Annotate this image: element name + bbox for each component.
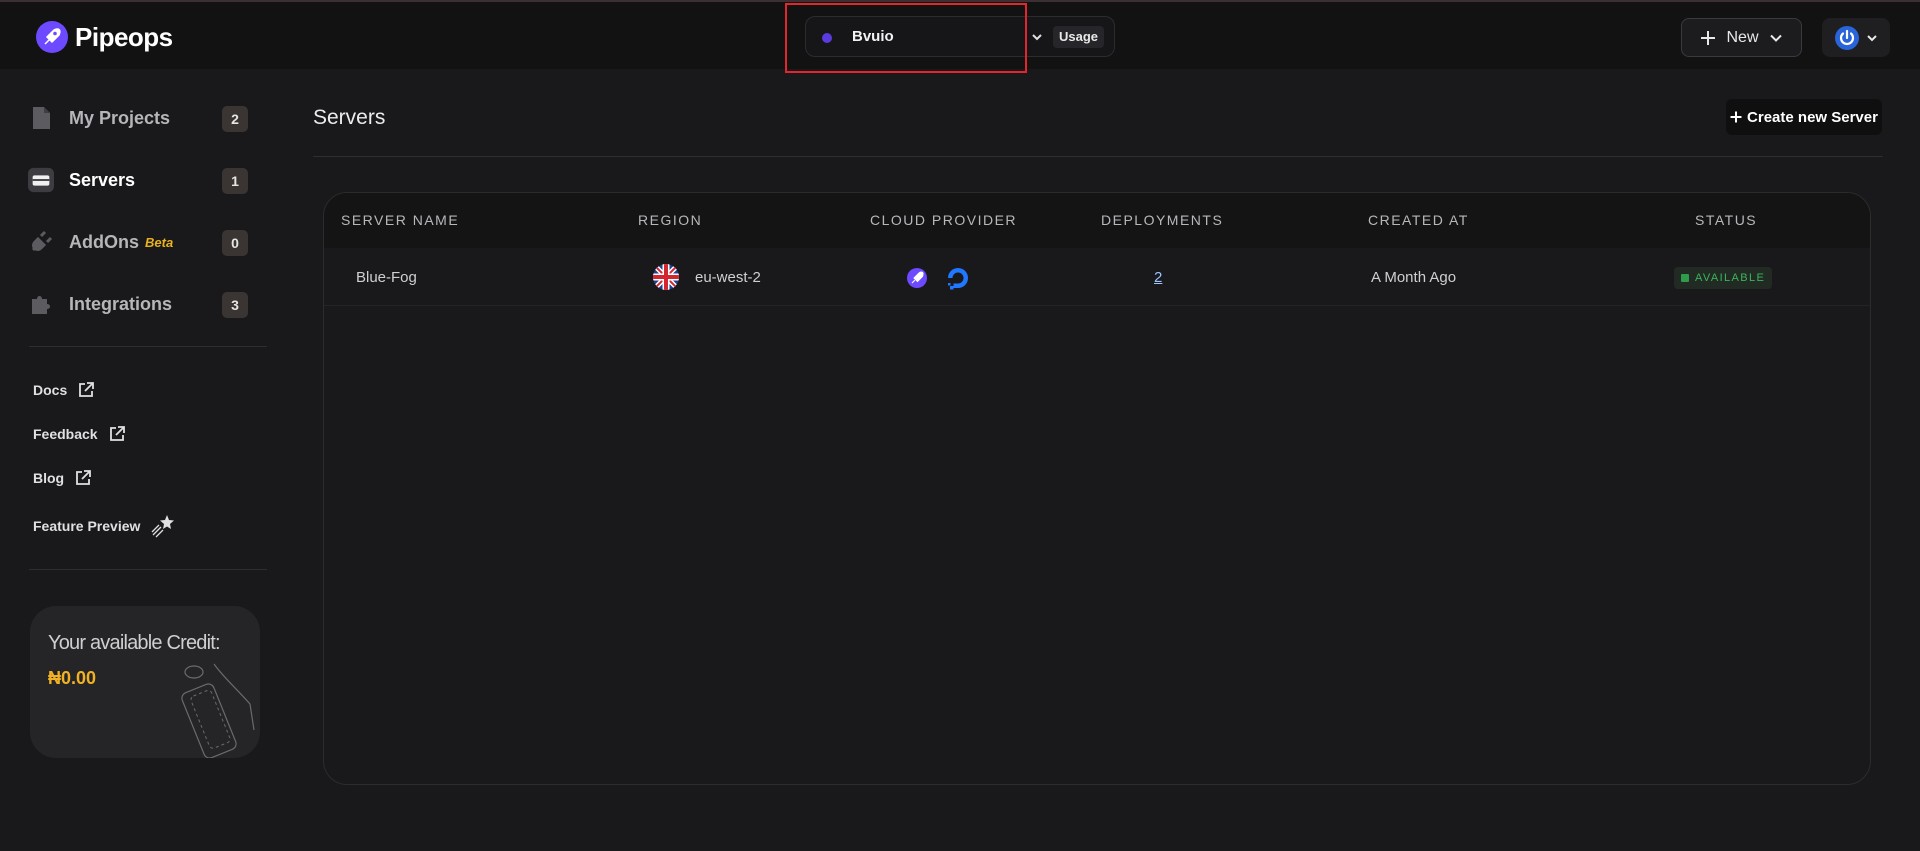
sidebar-item-integrations[interactable]: Integrations 3: [28, 284, 248, 324]
sidebar-item-label: Integrations: [69, 293, 173, 314]
sidebar-item-label: Servers: [69, 169, 136, 190]
servers-table: SERVER NAME REGION CLOUD PROVIDER DEPLOY…: [323, 192, 1871, 785]
external-link-icon: [76, 470, 92, 485]
sidebar-divider: [29, 569, 267, 570]
org-switcher[interactable]: Bvuio Usage: [805, 16, 1115, 57]
table-row[interactable]: Blue-Fog eu-west-2 2 A Month Ago AVAILAB…: [324, 248, 1870, 306]
digitalocean-icon: [948, 268, 968, 290]
docs-link[interactable]: Docs: [33, 381, 95, 399]
user-menu-button[interactable]: [1822, 18, 1890, 57]
feature-preview-link[interactable]: Feature Preview: [33, 513, 176, 539]
count-badge: 2: [222, 106, 248, 132]
count-badge: 3: [222, 292, 248, 318]
status-text: AVAILABLE: [1695, 272, 1766, 284]
external-link-icon: [109, 426, 125, 441]
server-name[interactable]: Blue-Fog: [356, 269, 417, 286]
beta-badge: Beta: [145, 234, 174, 250]
sidebar-item-label: AddOns: [69, 231, 139, 252]
chevron-down-icon[interactable]: [1030, 30, 1044, 44]
credit-amount: ₦0.00: [48, 668, 97, 688]
sidebar: My Projects 2 Servers 1 AddOns Beta 0 In…: [0, 69, 280, 851]
status-dot: [1681, 274, 1689, 282]
create-server-label: Create new Server: [1747, 108, 1878, 126]
created-at: A Month Ago: [1371, 269, 1457, 286]
org-name: Bvuio: [852, 28, 894, 45]
credit-card: Your available Credit: ₦0.00: [30, 606, 260, 758]
server-icon: [28, 167, 54, 193]
main-divider: [313, 156, 1883, 157]
page-title: Servers: [313, 106, 386, 129]
blog-link-label: Blog: [33, 470, 65, 486]
column-header: DEPLOYMENTS: [1101, 212, 1224, 228]
feature-preview-link-label: Feature Preview: [33, 518, 141, 534]
plus-icon: [1701, 30, 1716, 45]
sidebar-divider: [29, 346, 267, 347]
uk-flag-icon: [653, 264, 679, 290]
app-name: Pipeops: [75, 21, 173, 52]
chevron-down-icon: [1769, 34, 1782, 42]
table-header: SERVER NAME REGION CLOUD PROVIDER DEPLOY…: [324, 193, 1870, 248]
deployments-link[interactable]: 2: [1154, 269, 1162, 286]
blog-link[interactable]: Blog: [33, 469, 92, 487]
status-badge: AVAILABLE: [1674, 267, 1773, 289]
count-badge: 0: [222, 230, 248, 256]
create-server-button[interactable]: Create new Server: [1726, 99, 1882, 135]
top-bar: Pipeops Bvuio Usage New: [0, 0, 1920, 73]
sidebar-item-label: My Projects: [69, 107, 171, 128]
puzzle-icon: [28, 291, 54, 317]
column-header: SERVER NAME: [341, 212, 460, 228]
logo[interactable]: Pipeops: [35, 20, 173, 54]
rocket-logo-icon: [36, 21, 68, 53]
card-illustration-icon: [181, 663, 255, 758]
plug-icon: [28, 229, 54, 255]
new-button-label: New: [1726, 28, 1759, 46]
plus-icon: [1730, 111, 1742, 123]
count-badge: 1: [222, 168, 248, 194]
docs-link-label: Docs: [33, 382, 68, 398]
region: eu-west-2: [695, 269, 761, 286]
new-button[interactable]: New: [1681, 18, 1802, 57]
feedback-link[interactable]: Feedback: [33, 425, 126, 443]
sidebar-item-my-projects[interactable]: My Projects 2: [28, 98, 248, 138]
sidebar-item-servers[interactable]: Servers 1: [28, 160, 248, 200]
feedback-link-label: Feedback: [33, 426, 98, 442]
pipeops-provider-icon: [907, 268, 927, 288]
credit-title: Your available Credit:: [48, 632, 221, 654]
column-header: CLOUD PROVIDER: [870, 212, 1018, 228]
org-status-dot: [822, 33, 832, 43]
column-header: STATUS: [1695, 212, 1758, 228]
shooting-star-icon: [151, 515, 175, 538]
usage-button[interactable]: Usage: [1053, 26, 1105, 48]
file-icon: [28, 105, 54, 131]
column-header: CREATED AT: [1368, 212, 1469, 228]
chevron-down-icon: [1867, 34, 1877, 41]
power-avatar-icon: [1835, 25, 1859, 50]
external-link-icon: [79, 382, 95, 397]
column-header: REGION: [638, 212, 703, 228]
sidebar-item-addons[interactable]: AddOns Beta 0: [28, 222, 248, 262]
